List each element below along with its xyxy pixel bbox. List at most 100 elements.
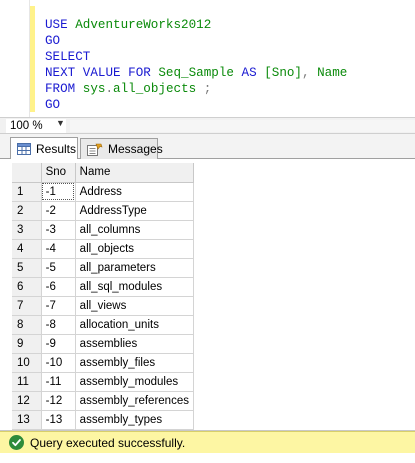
code-line: SELECT <box>45 49 347 65</box>
code-token: all_objects <box>113 82 197 96</box>
name-cell[interactable]: AddressType <box>75 201 194 221</box>
sno-cell[interactable]: -9 <box>41 334 76 354</box>
code-token: Name <box>309 66 348 80</box>
code-token: AS <box>241 66 265 80</box>
code-token: FROM <box>45 82 83 96</box>
editor-margin <box>0 0 30 117</box>
select-all-corner[interactable] <box>12 163 42 183</box>
table-row[interactable]: 4 -4 all_objects <box>12 239 194 259</box>
name-cell[interactable]: all_objects <box>75 239 194 259</box>
sno-cell[interactable]: -7 <box>41 296 76 316</box>
change-indicator-bar <box>30 6 35 112</box>
table-row[interactable]: 6 -6 all_sql_modules <box>12 277 194 297</box>
zoom-bar: 100 % ▼ <box>0 117 415 134</box>
name-cell[interactable]: assembly_files <box>75 353 194 373</box>
table-row[interactable]: 7 -7 all_views <box>12 296 194 316</box>
header-row: Sno Name <box>12 163 194 183</box>
code-token: ; <box>196 82 212 96</box>
results-tabstrip: Results Messages <box>0 134 415 159</box>
row-number-cell[interactable]: 3 <box>12 220 42 240</box>
sql-code[interactable]: USE AdventureWorks2012 GO SELECT NEXT VALUE… <box>45 17 347 113</box>
name-cell[interactable]: assembly_modules <box>75 372 194 392</box>
column-header-sno[interactable]: Sno <box>41 163 76 183</box>
row-number-cell[interactable]: 2 <box>12 201 42 221</box>
row-number-cell[interactable]: 12 <box>12 391 42 411</box>
name-cell[interactable]: assemblies <box>75 334 194 354</box>
query-editor[interactable]: USE AdventureWorks2012 GO SELECT NEXT VALUE… <box>0 0 415 117</box>
sno-cell[interactable]: -3 <box>41 220 76 240</box>
table-row[interactable]: 9 -9 assemblies <box>12 334 194 354</box>
name-cell[interactable]: all_columns <box>75 220 194 240</box>
code-token: SELECT <box>45 50 91 64</box>
sno-cell[interactable]: -10 <box>41 353 76 373</box>
sno-cell[interactable]: -6 <box>41 277 76 297</box>
sno-cell[interactable]: -2 <box>41 201 76 221</box>
results-grid[interactable]: Sno Name 1 -1 Address 2 -2 AddressType 3 -3 all_… <box>12 163 194 430</box>
code-token: Seq_Sample <box>158 66 242 80</box>
table-row[interactable]: 11 -11 assembly_modules <box>12 372 194 392</box>
column-header-name[interactable]: Name <box>75 163 194 183</box>
code-token: NEXT VALUE FOR <box>45 66 159 80</box>
row-number-cell[interactable]: 1 <box>12 182 42 202</box>
messages-icon <box>87 143 103 156</box>
row-number-cell[interactable]: 13 <box>12 410 42 430</box>
table-row[interactable]: 8 -8 allocation_units <box>12 315 194 335</box>
table-row[interactable]: 12 -12 assembly_references <box>12 391 194 411</box>
code-token: . <box>105 82 114 96</box>
row-number-cell[interactable]: 11 <box>12 372 42 392</box>
row-number-cell[interactable]: 7 <box>12 296 42 316</box>
status-message: Query executed successfully. <box>30 435 186 450</box>
name-cell[interactable]: assembly_references <box>75 391 194 411</box>
name-cell[interactable]: all_sql_modules <box>75 277 194 297</box>
tab-messages[interactable]: Messages <box>80 138 163 159</box>
tab-messages-label: Messages <box>108 142 163 156</box>
sno-cell[interactable]: -12 <box>41 391 76 411</box>
row-number-cell[interactable]: 8 <box>12 315 42 335</box>
code-token: AdventureWorks2012 <box>75 18 212 32</box>
code-line: FROM sys.all_objects ; <box>45 81 347 97</box>
zoom-value: 100 % <box>10 120 43 132</box>
table-row[interactable]: 13 -13 assembly_types <box>12 410 194 430</box>
name-cell[interactable]: Address <box>75 182 194 202</box>
results-pane: Results Messages Sno Name 1 -1 Address 2… <box>0 134 415 430</box>
name-cell[interactable]: assembly_types <box>75 410 194 430</box>
horizontal-scrollbar[interactable] <box>70 120 415 132</box>
results-table: Sno Name 1 -1 Address 2 -2 AddressType 3 -3 all_… <box>12 163 194 430</box>
code-line: GO <box>45 33 347 49</box>
sno-cell[interactable]: -8 <box>41 315 76 335</box>
code-token: GO <box>45 34 61 48</box>
table-row[interactable]: 2 -2 AddressType <box>12 201 194 221</box>
tab-results[interactable]: Results <box>10 137 78 159</box>
table-row[interactable]: 1 -1 Address <box>12 182 194 202</box>
row-number-cell[interactable]: 10 <box>12 353 42 373</box>
sno-cell[interactable]: -13 <box>41 410 76 430</box>
sno-cell[interactable]: -4 <box>41 239 76 259</box>
code-token: GO <box>45 98 61 112</box>
table-row[interactable]: 10 -10 assembly_files <box>12 353 194 373</box>
code-line: USE AdventureWorks2012 <box>45 17 347 33</box>
sno-cell[interactable]: -1 <box>41 182 76 202</box>
code-line: NEXT VALUE FOR Seq_Sample AS [Sno], Name <box>45 65 347 81</box>
chevron-down-icon[interactable]: ▼ <box>56 118 65 128</box>
row-number-cell[interactable]: 9 <box>12 334 42 354</box>
code-token: , <box>302 66 310 80</box>
row-number-cell[interactable]: 5 <box>12 258 42 278</box>
table-row[interactable]: 5 -5 all_parameters <box>12 258 194 278</box>
name-cell[interactable]: all_parameters <box>75 258 194 278</box>
name-cell[interactable]: all_views <box>75 296 194 316</box>
grid-icon <box>17 142 31 155</box>
row-number-cell[interactable]: 4 <box>12 239 42 259</box>
code-token: USE <box>45 18 76 32</box>
sno-cell[interactable]: -11 <box>41 372 76 392</box>
row-number-cell[interactable]: 6 <box>12 277 42 297</box>
tab-results-label: Results <box>36 141 77 156</box>
success-check-icon <box>9 435 24 450</box>
bottom-strip <box>0 453 415 463</box>
sno-cell[interactable]: -5 <box>41 258 76 278</box>
code-line: GO <box>45 97 347 113</box>
code-token: [Sno] <box>264 66 302 80</box>
status-bar: Query executed successfully. <box>0 431 415 453</box>
table-row[interactable]: 3 -3 all_columns <box>12 220 194 240</box>
name-cell[interactable]: allocation_units <box>75 315 194 335</box>
code-token: sys <box>82 82 106 96</box>
